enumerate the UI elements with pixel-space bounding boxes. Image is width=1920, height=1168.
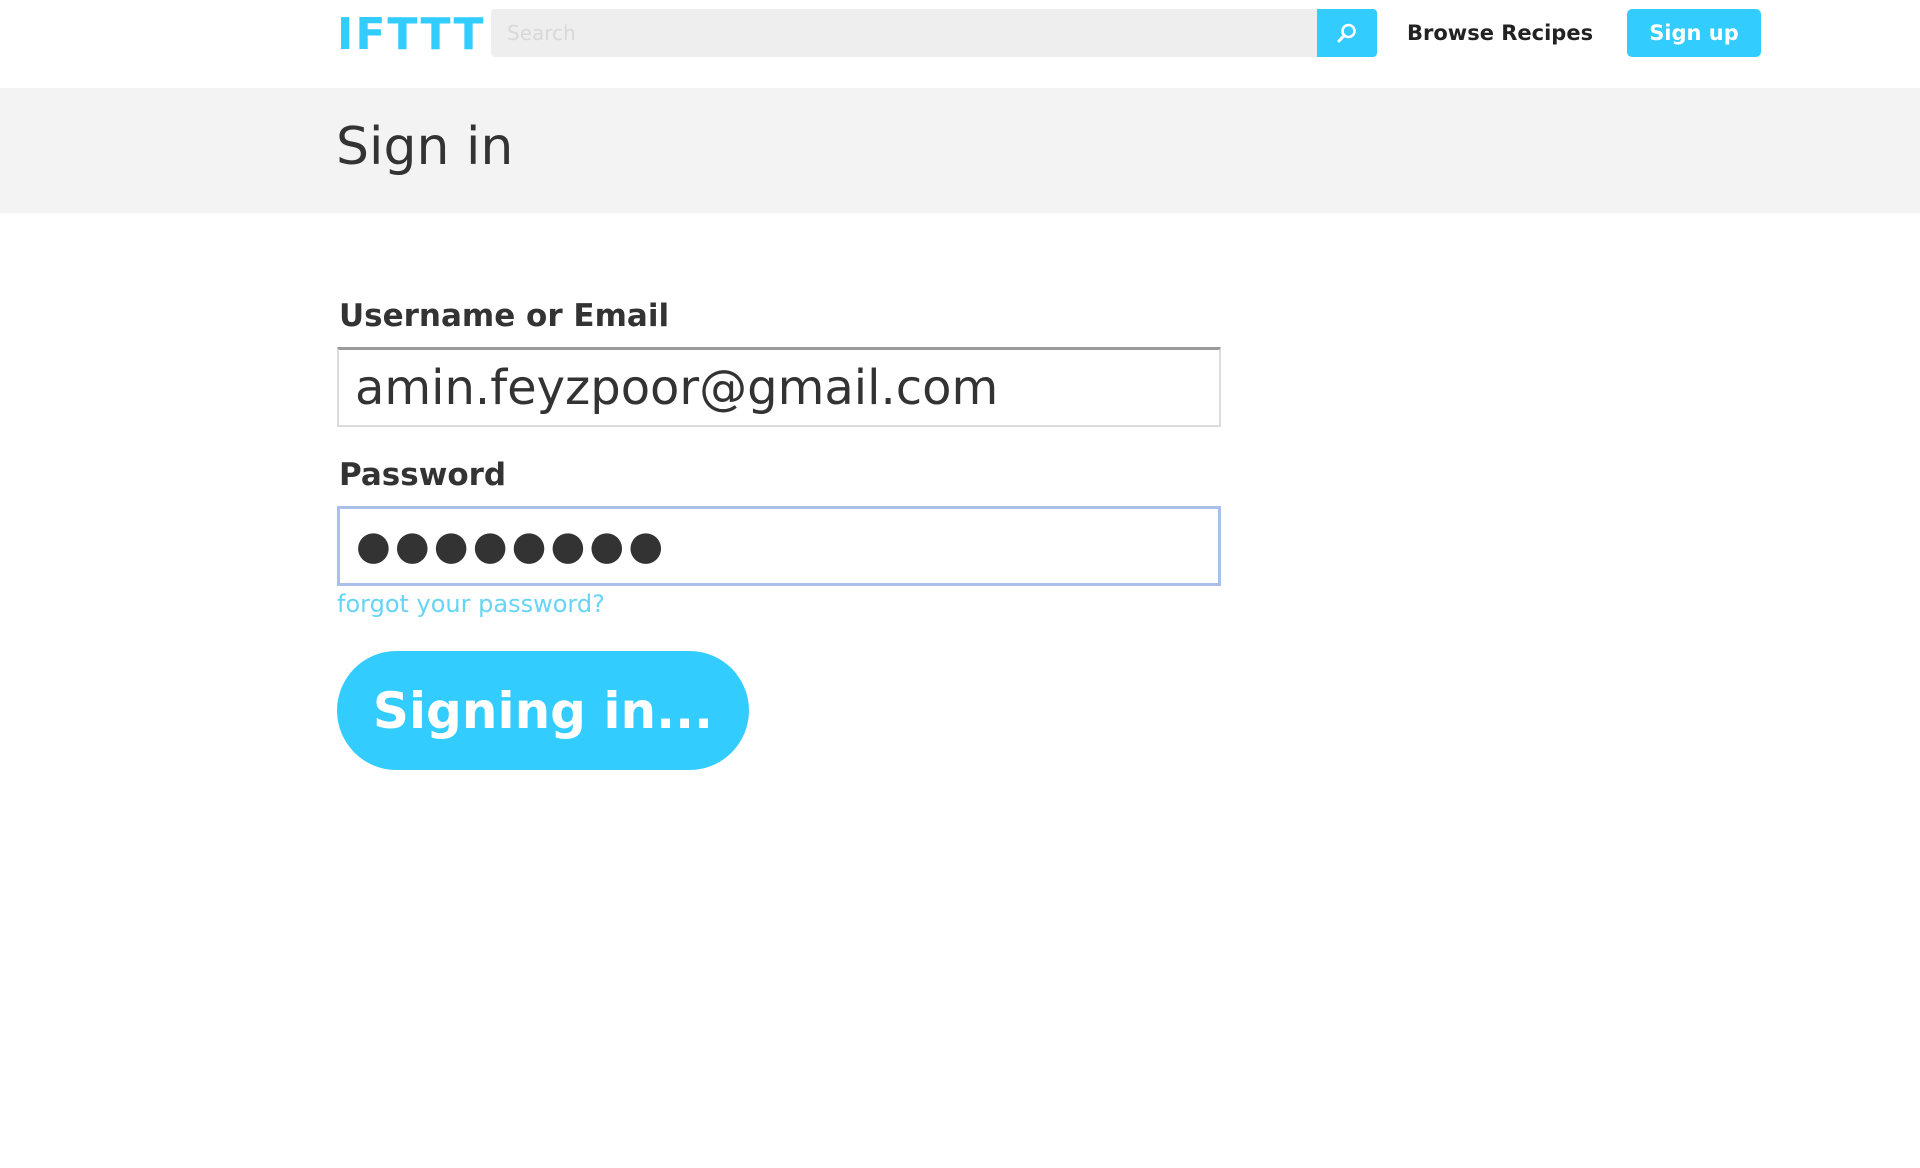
top-navigation-bar: IFTTT Browse Recipes Sign up (0, 0, 1920, 88)
forgot-password-link[interactable]: forgot your password? (337, 590, 605, 618)
search-icon (1337, 23, 1356, 43)
username-email-field[interactable] (337, 347, 1221, 427)
ifttt-logo[interactable]: IFTTT (337, 10, 486, 60)
password-label: Password (339, 457, 507, 493)
page-title: Sign in (336, 117, 514, 177)
search-bar (491, 9, 1377, 57)
sign-up-button[interactable]: Sign up (1627, 9, 1761, 57)
page-title-band: Sign in (0, 88, 1920, 213)
browse-recipes-link[interactable]: Browse Recipes (1407, 9, 1593, 57)
sign-in-button[interactable]: Signing in... (337, 651, 749, 770)
username-label: Username or Email (339, 298, 670, 334)
search-input[interactable] (491, 9, 1317, 57)
search-button[interactable] (1317, 9, 1377, 57)
password-field[interactable] (337, 506, 1221, 586)
